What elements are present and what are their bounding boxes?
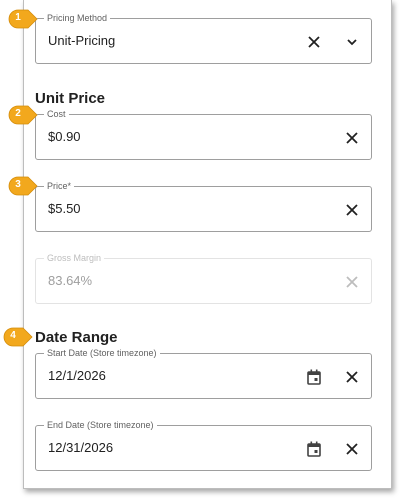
end-date-label: End Date (Store timezone) xyxy=(44,420,157,431)
pricing-panel: Pricing Method Unit-Pricing Unit Price C… xyxy=(23,0,392,489)
pricing-method-value: Unit-Pricing xyxy=(48,33,116,48)
start-date-value: 12/1/2026 xyxy=(48,368,106,383)
end-date-field[interactable]: End Date (Store timezone) 12/31/2026 xyxy=(35,420,372,471)
gross-margin-label: Gross Margin xyxy=(44,253,105,264)
chevron-down-icon[interactable] xyxy=(342,32,362,52)
cost-value: $0.90 xyxy=(48,129,81,144)
close-icon[interactable] xyxy=(342,367,362,387)
pricing-method-select[interactable]: Pricing Method Unit-Pricing xyxy=(35,13,372,64)
close-icon[interactable] xyxy=(342,128,362,148)
callout-badge-3: 3 xyxy=(8,176,38,196)
calendar-icon[interactable] xyxy=(304,367,324,387)
calendar-icon[interactable] xyxy=(304,439,324,459)
start-date-label: Start Date (Store timezone) xyxy=(44,348,160,359)
gross-margin-field: Gross Margin 83.64% xyxy=(35,253,372,304)
date-range-heading: Date Range xyxy=(35,329,118,346)
end-date-value: 12/31/2026 xyxy=(48,440,114,455)
callout-badge-4: 4 xyxy=(3,327,33,347)
callout-badge-1: 1 xyxy=(8,9,38,29)
gross-margin-value: 83.64% xyxy=(48,273,93,288)
cost-label: Cost xyxy=(44,109,69,120)
close-icon[interactable] xyxy=(342,439,362,459)
callout-badge-2: 2 xyxy=(8,105,38,125)
price-label: Price* xyxy=(44,181,75,192)
close-icon[interactable] xyxy=(304,32,324,52)
price-field[interactable]: Price* $5.50 xyxy=(35,181,372,232)
price-value: $5.50 xyxy=(48,201,81,216)
close-icon xyxy=(342,272,362,292)
start-date-field[interactable]: Start Date (Store timezone) 12/1/2026 xyxy=(35,348,372,399)
cost-field[interactable]: Cost $0.90 xyxy=(35,109,372,160)
pricing-method-label: Pricing Method xyxy=(44,13,111,24)
close-icon[interactable] xyxy=(342,200,362,220)
unit-price-heading: Unit Price xyxy=(35,90,106,107)
